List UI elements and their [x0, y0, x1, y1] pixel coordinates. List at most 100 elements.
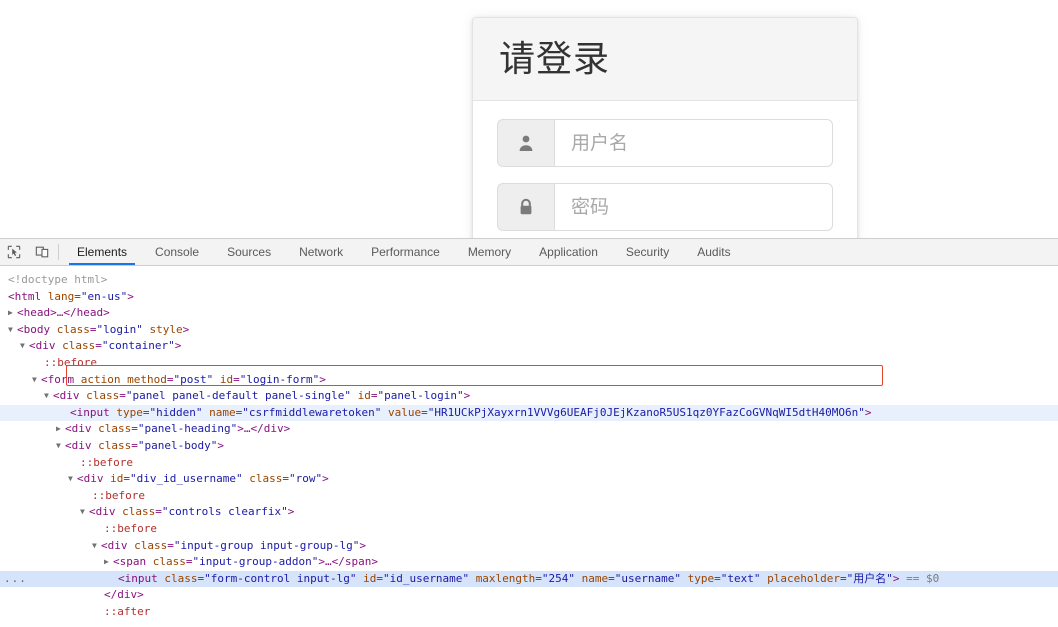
- page-title: 请登录: [499, 39, 611, 80]
- dom-line-username-input[interactable]: ... <input class="form-control input-lg" …: [0, 570, 1058, 588]
- tab-application[interactable]: Application: [525, 239, 612, 265]
- chevron-down-icon[interactable]: [44, 388, 53, 405]
- attr-type-name: type: [116, 405, 143, 419]
- chevron-down-icon[interactable]: [20, 338, 29, 355]
- inspect-element-icon[interactable]: [0, 239, 28, 265]
- attr-name-name: name: [209, 405, 236, 419]
- attr-id-name: id: [110, 472, 124, 486]
- pseudo-before: ::before: [92, 488, 145, 502]
- dom-line-form[interactable]: <form action method="post" id="login-for…: [0, 372, 1058, 389]
- attr-type-value: text: [727, 571, 754, 585]
- dom-line-div-id-username[interactable]: <div id="div_id_username" class="row">: [0, 471, 1058, 488]
- username-input-group: [497, 119, 833, 167]
- dom-line-head[interactable]: <head>…</head>: [0, 305, 1058, 322]
- chevron-down-icon[interactable]: [92, 538, 101, 555]
- pseudo-before: ::before: [80, 455, 133, 469]
- toolbar-divider: [58, 244, 59, 260]
- dom-line-csrf-input[interactable]: <input type="hidden" name="csrfmiddlewar…: [0, 404, 1058, 422]
- devtools-tabs: Elements Console Sources Network Perform…: [63, 239, 745, 265]
- tab-security[interactable]: Security: [612, 239, 683, 265]
- attr-style-name: style: [149, 322, 183, 336]
- chevron-right-icon[interactable]: [104, 554, 113, 571]
- attr-method-name: method: [127, 372, 167, 386]
- username-input[interactable]: [554, 119, 833, 167]
- chevron-right-icon[interactable]: [8, 305, 17, 322]
- attr-value-name: value: [387, 405, 422, 419]
- attr-class-name: class: [152, 555, 186, 569]
- tag-div: div: [71, 438, 92, 452]
- tab-audits[interactable]: Audits: [683, 239, 744, 265]
- dom-line-pseudo-before[interactable]: ::before: [0, 455, 1058, 472]
- login-panel: 请登录: [472, 17, 858, 238]
- attr-class-value: container: [108, 339, 169, 353]
- tab-sources[interactable]: Sources: [213, 239, 285, 265]
- password-input[interactable]: [554, 183, 833, 231]
- attr-maxlength-value: 254: [548, 571, 569, 585]
- attr-lang-name: lang: [47, 289, 75, 303]
- password-input-group: [497, 183, 833, 231]
- chevron-down-icon[interactable]: [8, 322, 17, 339]
- attr-class-name: class: [62, 339, 96, 353]
- doctype-text: <!doctype html>: [8, 273, 108, 286]
- attr-class-value: form-control input-lg: [210, 571, 350, 585]
- tab-performance[interactable]: Performance: [357, 239, 454, 265]
- tag-div: div: [83, 472, 104, 486]
- dom-line-body[interactable]: <body class="login" style>: [0, 322, 1058, 339]
- chevron-right-icon[interactable]: [56, 421, 65, 438]
- dom-line-pseudo-before[interactable]: ::before: [0, 488, 1058, 505]
- dom-line-panel-login[interactable]: <div class="panel panel-default panel-si…: [0, 388, 1058, 405]
- tab-elements[interactable]: Elements: [63, 239, 141, 265]
- tab-network[interactable]: Network: [285, 239, 357, 265]
- attr-class-name: class: [164, 571, 198, 585]
- dom-line-pseudo-before[interactable]: ::before: [0, 521, 1058, 538]
- attr-id-value: div_id_username: [136, 472, 236, 486]
- screenshot-root: 请登录 用户名 Elements Console Sources Network…: [0, 0, 1058, 627]
- attr-id-name: id: [357, 389, 371, 403]
- overflow-ellipsis-marker[interactable]: ...: [4, 571, 27, 588]
- pseudo-before: ::before: [104, 521, 157, 535]
- pseudo-after: ::after: [104, 604, 151, 618]
- login-panel-heading: 请登录: [473, 18, 857, 101]
- dom-line-input-group[interactable]: <div class="input-group input-group-lg">: [0, 538, 1058, 555]
- chevron-down-icon[interactable]: [80, 504, 89, 521]
- dom-line-input-group-addon[interactable]: <span class="input-group-addon">…</span>: [0, 554, 1058, 571]
- dom-line-panel-heading[interactable]: <div class="panel-heading">…</div>: [0, 421, 1058, 438]
- tag-div: div: [71, 422, 92, 436]
- head-collapsed: <head>…</head>: [17, 306, 110, 320]
- chevron-down-icon[interactable]: [32, 372, 41, 389]
- dom-line-container[interactable]: <div class="container">: [0, 338, 1058, 355]
- tag-body: body: [23, 322, 51, 336]
- tag-input: input: [76, 405, 110, 419]
- dom-line-pseudo-before[interactable]: ::before: [0, 355, 1058, 372]
- tag-div: div: [35, 339, 56, 353]
- dom-line-doctype[interactable]: <!doctype html>: [0, 272, 1058, 289]
- chevron-down-icon[interactable]: [56, 438, 65, 455]
- attr-class-name: class: [122, 505, 156, 519]
- collapsed-children: …</span>: [324, 555, 378, 569]
- dom-line-close-div[interactable]: </div>: [0, 587, 1058, 604]
- attr-class-value: panel panel-default panel-single: [132, 389, 345, 403]
- attr-class-value: panel-body: [144, 438, 211, 452]
- dom-line-controls[interactable]: <div class="controls clearfix">: [0, 504, 1058, 521]
- attr-placeholder-name: placeholder: [767, 571, 841, 585]
- tab-console[interactable]: Console: [141, 239, 213, 265]
- dom-line-panel-body[interactable]: <div class="panel-body">: [0, 438, 1058, 455]
- attr-class-name: class: [98, 438, 132, 452]
- attr-placeholder-value: 用户名: [853, 571, 887, 585]
- attr-method-value: post: [180, 372, 207, 386]
- dom-tree[interactable]: <!doctype html> <html lang="en-us"> <hea…: [0, 266, 1058, 627]
- attr-class-name: class: [56, 322, 90, 336]
- chevron-down-icon[interactable]: [68, 471, 77, 488]
- attr-id-name: id: [219, 372, 234, 386]
- attr-maxlength-name: maxlength: [475, 571, 536, 585]
- tag-div: div: [95, 505, 116, 519]
- dom-line-pseudo-after[interactable]: ::after: [0, 604, 1058, 621]
- tag-div: div: [107, 538, 128, 552]
- attr-name-value: username: [621, 571, 675, 585]
- device-toolbar-icon[interactable]: [28, 239, 56, 265]
- tab-memory[interactable]: Memory: [454, 239, 525, 265]
- attr-class-name: class: [98, 422, 132, 436]
- tag-html: html: [14, 289, 42, 303]
- dom-line-html[interactable]: <html lang="en-us">: [0, 289, 1058, 306]
- attr-id-value: panel-login: [384, 389, 458, 403]
